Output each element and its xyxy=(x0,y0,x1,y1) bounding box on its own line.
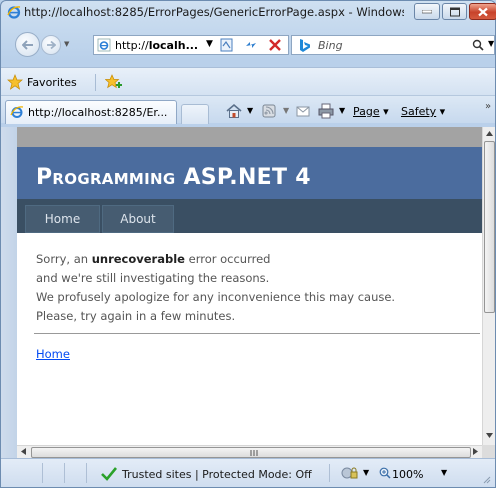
site-title: Programming ASP.NET 4 xyxy=(36,165,311,190)
ie-page-icon xyxy=(97,38,111,52)
status-bar: Trusted sites | Protected Mode: Off ▼ 10… xyxy=(1,458,495,487)
favorites-separator xyxy=(95,74,96,91)
minimize-button[interactable] xyxy=(414,3,440,20)
refresh-icon[interactable] xyxy=(242,37,260,53)
horizontal-scrollbar[interactable] xyxy=(17,445,482,458)
scroll-left-arrow-icon[interactable] xyxy=(21,448,26,455)
resize-grip-icon[interactable] xyxy=(481,474,491,484)
tab-current-page[interactable]: http://localhost:8285/Er... xyxy=(5,100,177,124)
more-commands-button[interactable]: » xyxy=(485,101,491,117)
error-message-suffix: error occurred xyxy=(184,252,271,266)
scroll-down-arrow-icon[interactable] xyxy=(486,433,493,438)
home-dropdown[interactable]: ▼ xyxy=(247,106,253,122)
minimize-icon xyxy=(422,9,432,13)
compatibility-view-icon[interactable] xyxy=(218,37,236,53)
window-title: http://localhost:8285/ErrorPages/Generic… xyxy=(24,5,404,19)
safety-menu[interactable]: Safety ▾ xyxy=(401,105,445,121)
tab-label: http://localhost:8285/Er... xyxy=(28,106,168,119)
scroll-right-arrow-icon[interactable] xyxy=(473,448,478,455)
address-url-prefix: http:// xyxy=(115,39,149,52)
error-message-line-1: Sorry, an unrecoverable error occurred xyxy=(36,250,466,269)
scrollbar-corner xyxy=(482,445,495,458)
favorites-star-icon xyxy=(7,74,23,90)
search-placeholder: Bing xyxy=(318,39,343,52)
menu-item-about[interactable]: About xyxy=(102,205,174,233)
search-icon[interactable] xyxy=(472,39,484,51)
content-divider xyxy=(34,333,480,334)
status-cell-progress xyxy=(45,463,65,483)
favorites-label: Favorites xyxy=(27,76,77,89)
address-url-host: localh... xyxy=(148,39,199,52)
error-message: Sorry, an unrecoverable error occurred a… xyxy=(36,250,466,326)
security-zone-icon[interactable] xyxy=(341,466,359,480)
close-button[interactable] xyxy=(469,3,496,20)
vertical-scrollbar[interactable] xyxy=(482,127,495,445)
status-separator xyxy=(329,464,330,482)
new-tab-button[interactable] xyxy=(181,104,209,124)
site-menu: Home About xyxy=(17,199,482,233)
maximize-button[interactable] xyxy=(442,3,467,20)
scroll-up-arrow-icon[interactable] xyxy=(486,131,493,136)
back-arrow-icon xyxy=(21,39,33,50)
error-message-emphasis: unrecoverable xyxy=(91,252,185,266)
search-dropdown[interactable]: ▼ xyxy=(488,39,494,48)
error-message-prefix: Sorry, an xyxy=(36,252,92,266)
navigation-bar: ▼ http://localh... ▼ Bing ▼ xyxy=(1,23,495,67)
status-cell-main xyxy=(3,463,43,483)
page-top-band xyxy=(17,127,482,147)
bing-logo-icon xyxy=(300,39,310,52)
page-viewport: Programming ASP.NET 4 Home About Sorry, … xyxy=(17,127,482,445)
vertical-scroll-thumb[interactable] xyxy=(484,141,495,313)
error-message-line-3: We profusely apologize for any inconveni… xyxy=(36,290,396,304)
address-dropdown[interactable]: ▼ xyxy=(206,39,213,49)
favorites-button[interactable]: Favorites xyxy=(5,73,85,91)
checkmark-icon xyxy=(101,467,117,481)
forward-arrow-icon xyxy=(47,40,56,50)
error-message-line-2: and we're still investigating the reason… xyxy=(36,271,270,285)
menu-item-home[interactable]: Home xyxy=(25,205,100,233)
zoom-icon[interactable] xyxy=(379,467,391,479)
read-mail-icon[interactable] xyxy=(295,103,311,119)
ie-logo-icon xyxy=(7,6,21,19)
zoom-dropdown[interactable]: ▼ xyxy=(441,468,447,477)
feeds-icon[interactable] xyxy=(261,103,277,119)
stop-icon[interactable] xyxy=(266,37,284,53)
print-dropdown[interactable]: ▼ xyxy=(339,106,345,122)
close-icon xyxy=(478,7,488,16)
home-link[interactable]: Home xyxy=(36,347,70,361)
safety-menu-label: Safety xyxy=(401,105,437,118)
recent-pages-dropdown[interactable]: ▼ xyxy=(64,40,69,48)
site-header: Programming ASP.NET 4 xyxy=(17,147,482,199)
maximize-icon xyxy=(449,7,460,16)
status-cell-extra xyxy=(67,463,87,483)
scroll-grip-icon xyxy=(250,450,258,456)
error-message-line-4: Please, try again in a few minutes. xyxy=(36,309,236,323)
search-box[interactable]: Bing ▼ xyxy=(291,35,495,55)
zoom-level[interactable]: 100% xyxy=(392,468,423,481)
address-bar[interactable]: http://localh... ▼ xyxy=(93,35,289,55)
security-zone-dropdown[interactable]: ▼ xyxy=(363,468,369,477)
forward-button[interactable] xyxy=(41,35,61,55)
security-zone-text[interactable]: Trusted sites | Protected Mode: Off xyxy=(122,468,312,481)
print-icon[interactable] xyxy=(317,103,335,119)
tab-bar: http://localhost:8285/Er... ▼ ▼ ▼ Page ▾… xyxy=(1,95,495,124)
window-left-edge xyxy=(1,127,17,458)
page-menu[interactable]: Page ▾ xyxy=(353,105,389,121)
horizontal-scroll-thumb[interactable] xyxy=(31,447,471,458)
favorites-bar: Favorites xyxy=(1,67,495,95)
ie-page-icon xyxy=(10,106,24,118)
home-icon[interactable] xyxy=(225,103,243,119)
page-menu-label: Page xyxy=(353,105,380,118)
address-url: http://localh... xyxy=(115,39,198,52)
add-to-favorites-bar-icon[interactable] xyxy=(105,74,123,90)
back-button[interactable] xyxy=(15,32,40,57)
browser-window: http://localhost:8285/ErrorPages/Generic… xyxy=(0,0,496,488)
title-bar: http://localhost:8285/ErrorPages/Generic… xyxy=(1,1,496,23)
feeds-dropdown[interactable]: ▼ xyxy=(283,106,289,122)
